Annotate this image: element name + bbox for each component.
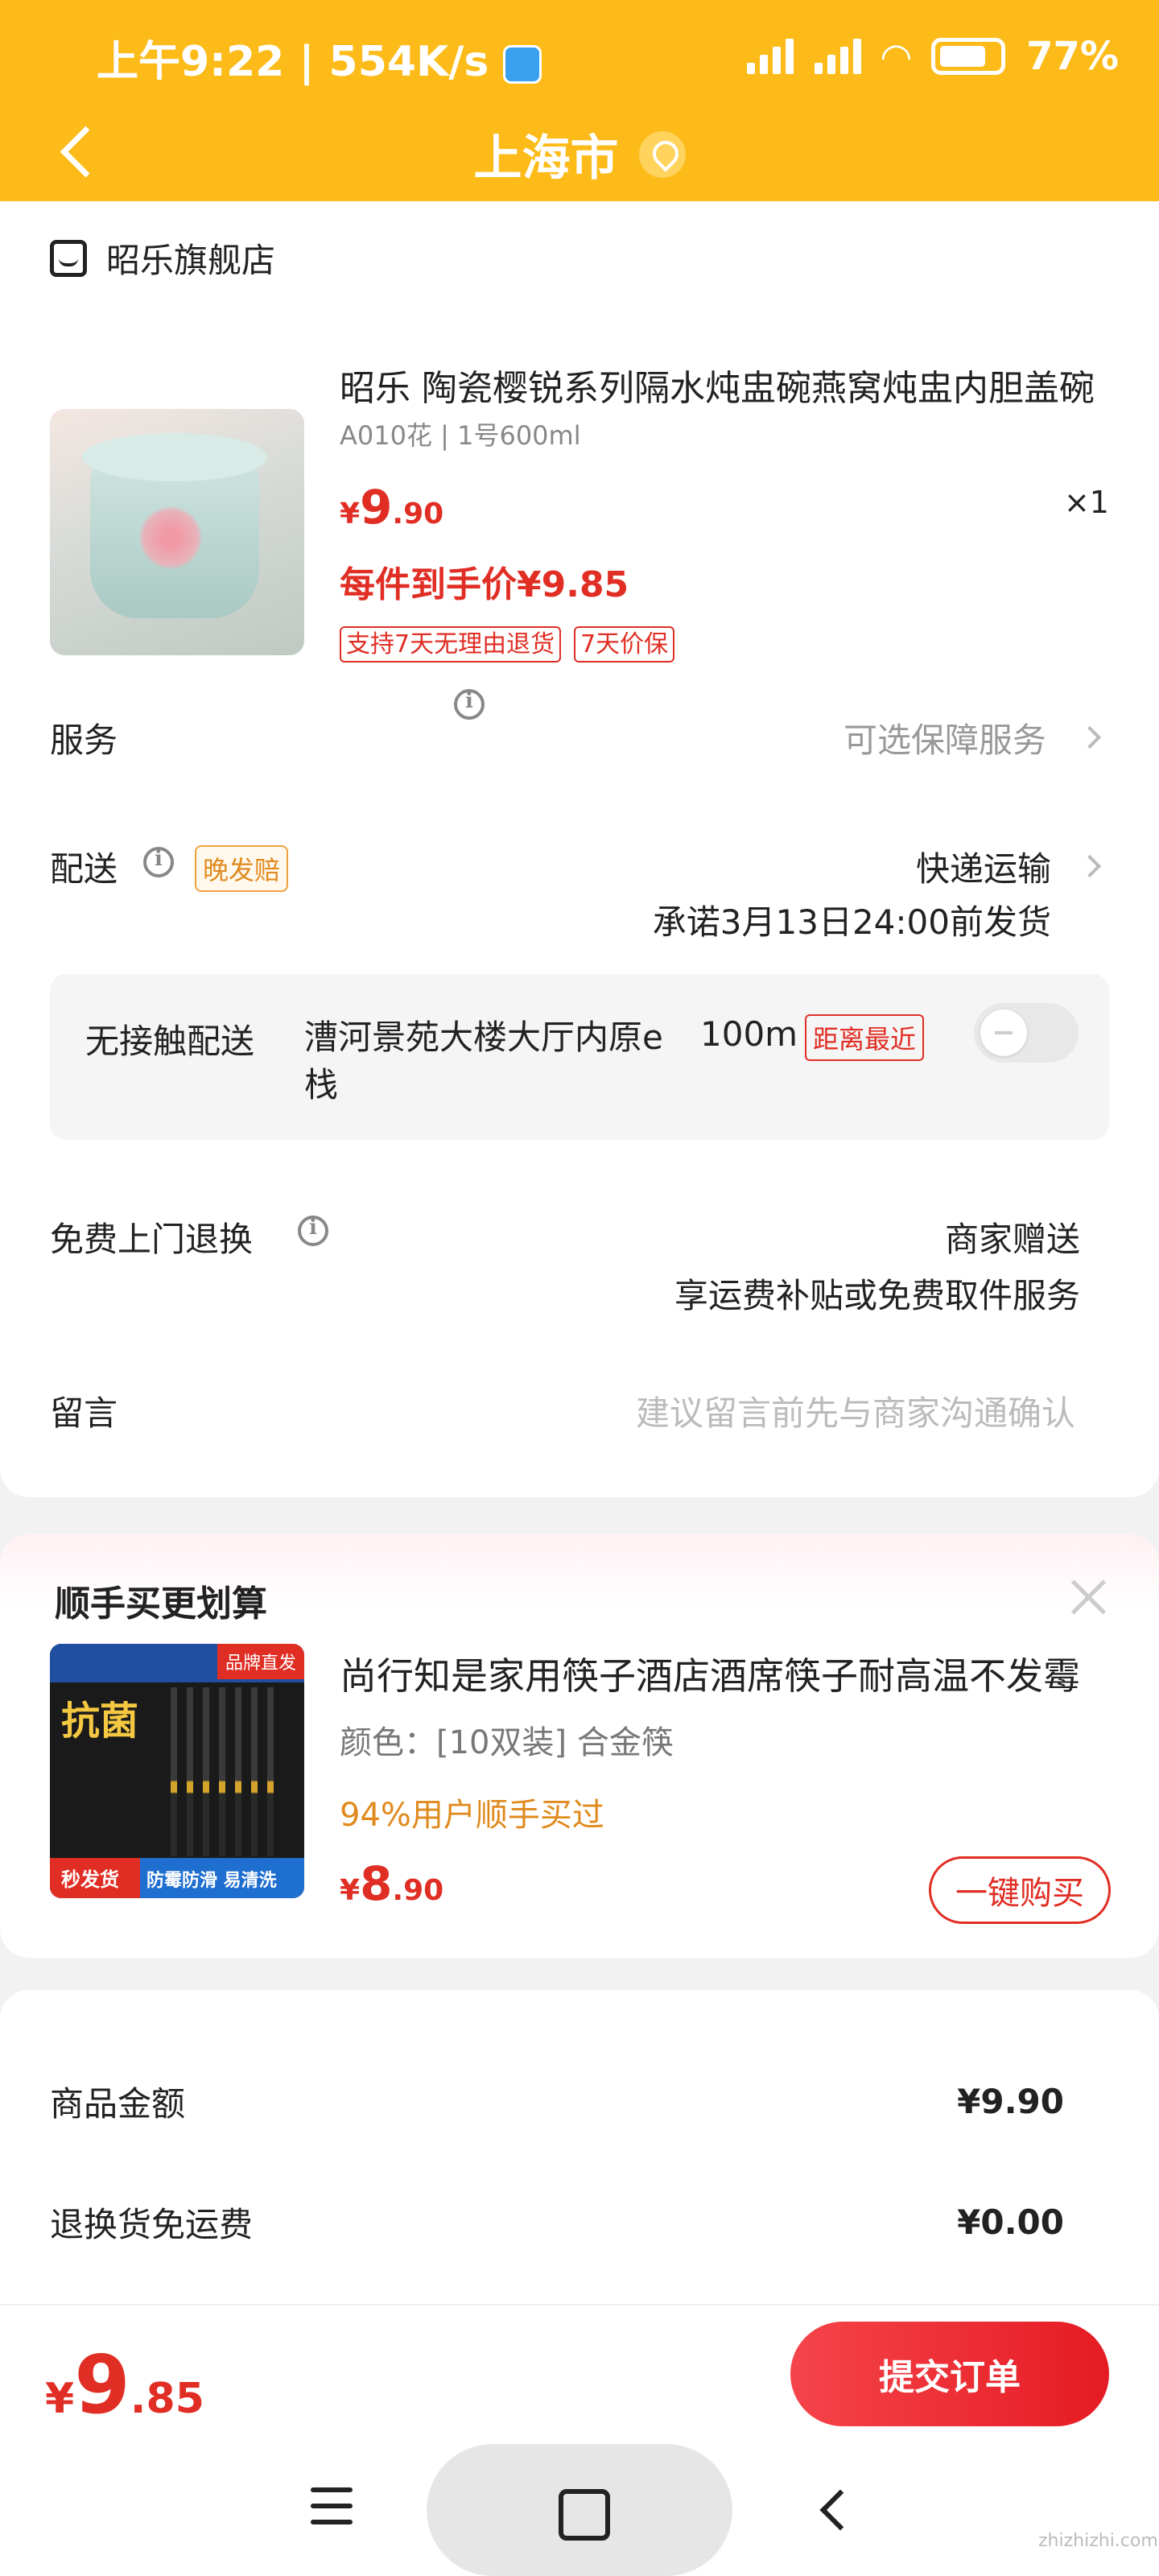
- cell-signal-icon: [746, 39, 794, 74]
- service-value[interactable]: 可选保障服务: [843, 713, 1046, 762]
- pot-flower: [138, 506, 203, 570]
- no-contact-toggle[interactable]: [974, 1003, 1079, 1063]
- chopstick: [219, 1687, 225, 1856]
- top-header: 上午9:22 | 554K/s ◠ 77% 上海市: [0, 0, 1159, 225]
- delivery-info-icon[interactable]: [143, 847, 174, 877]
- store-icon: [50, 239, 87, 277]
- delivery-label: 配送: [50, 849, 118, 889]
- summary-card: 商品金额 ¥9.90 退换货免运费 ¥0.00: [0, 1990, 1159, 2312]
- img-title: 抗菌: [61, 1699, 139, 1744]
- tag-7day-return: 支持7天无理由退货: [340, 626, 562, 663]
- addon-price: ¥8.90: [340, 1856, 444, 1911]
- status-right: ◠ 77%: [746, 34, 1119, 79]
- status-time: 上午9:22 | 554K/s: [97, 27, 542, 88]
- return-shipping-label: 退换货免运费: [50, 2205, 254, 2244]
- nav-home-icon[interactable]: [427, 2444, 732, 2576]
- addon-product-name[interactable]: 尚行知是家用筷子酒店酒席筷子耐高温不发霉: [340, 1647, 1112, 1700]
- bottom-bar: ¥9.85 提交订单 zhizhizhi.com: [0, 2304, 1159, 2576]
- goods-amount-label: 商品金额: [50, 2084, 186, 2124]
- close-icon[interactable]: [1067, 1575, 1109, 1616]
- final-price: 每件到手价¥9.85: [340, 564, 629, 605]
- city-title: 上海市: [473, 130, 619, 187]
- addon-product-image[interactable]: 品牌直发 抗菌 秒发货 防霉防滑 易清洗: [50, 1644, 304, 1898]
- nav-menu-icon[interactable]: [311, 2487, 353, 2524]
- app-notification-icon: [503, 45, 542, 84]
- nearest-badge: 距离最近: [805, 1014, 925, 1061]
- addon-card: 顺手买更划算 品牌直发 抗菌 秒发货 防霉防滑 易清洗 尚行知是家用筷子酒店酒席…: [0, 1534, 1159, 1958]
- watermark: zhizhizhi.com: [1038, 2531, 1158, 2551]
- cell-signal-2-icon: [814, 39, 861, 74]
- product-spec[interactable]: A010花 | 1号600ml: [340, 415, 581, 452]
- no-contact-label: 无接触配送: [85, 1022, 255, 1061]
- tag-price-protect: 7天价保: [574, 626, 675, 663]
- product-tags: 支持7天无理由退货 7天价保: [340, 626, 675, 663]
- delivery-method[interactable]: 快递运输: [916, 842, 1051, 891]
- free-return-label: 免费上门退换: [50, 1220, 254, 1259]
- product-title[interactable]: 昭乐 陶瓷樱锐系列隔水炖盅碗燕窝炖盅内胆盖碗: [340, 359, 1112, 411]
- service-label: 服务: [50, 720, 118, 760]
- free-return-value: 商家赠送: [944, 1220, 1080, 1259]
- addon-bought-rate: 94%用户顺手买过: [340, 1797, 604, 1834]
- pot-lid: [82, 433, 267, 481]
- header-title: 上海市: [0, 119, 1159, 189]
- chopstick: [187, 1687, 193, 1856]
- pickup-address: 漕河景苑大楼大厅内原e栈: [304, 1018, 663, 1104]
- message-input[interactable]: 建议留言前先与商家沟通确认: [636, 1386, 1075, 1435]
- location-pin-icon[interactable]: [638, 130, 686, 178]
- return-shipping-value: ¥0.00: [957, 2202, 1064, 2242]
- img-feature: 防霉防滑 易清洗: [146, 1871, 277, 1891]
- chopstick: [235, 1687, 241, 1856]
- system-nav-bar: zhizhizhi.com: [0, 2442, 1159, 2576]
- message-label: 留言: [50, 1393, 118, 1433]
- no-contact-delivery: 无接触配送 漕河景苑大楼大厅内原e栈 100m 距离最近: [50, 974, 1109, 1140]
- delivery-chevron-icon[interactable]: [1078, 854, 1102, 878]
- battery-level: 77%: [1026, 34, 1119, 79]
- img-brand-badge: 品牌直发: [217, 1644, 304, 1679]
- one-click-buy-button[interactable]: 一键购买: [929, 1856, 1111, 1924]
- product-quantity[interactable]: ×1: [1064, 485, 1109, 520]
- nav-back-icon[interactable]: [815, 2486, 850, 2534]
- chopstick: [171, 1687, 177, 1856]
- addon-title: 顺手买更划算: [55, 1583, 267, 1624]
- wifi-icon: ◠: [881, 35, 911, 78]
- free-return-info-icon[interactable]: [298, 1216, 328, 1246]
- addon-spec[interactable]: 颜色：[10双装] 合金筷: [340, 1716, 674, 1763]
- pickup-distance: 100m: [700, 1014, 798, 1054]
- total-price: ¥9.85: [45, 2338, 204, 2432]
- goods-amount-value: ¥9.90: [957, 2082, 1064, 2121]
- chopstick: [267, 1687, 274, 1856]
- free-return-detail: 享运费补贴或免费取件服务: [674, 1276, 1080, 1315]
- battery-icon: [931, 38, 1006, 75]
- status-bar: 上午9:22 | 554K/s ◠ 77%: [0, 24, 1159, 89]
- img-fast-ship: 秒发货: [61, 1868, 119, 1891]
- order-card: 昭乐旗舰店 昭乐 陶瓷樱锐系列隔水炖盅碗燕窝炖盅内胆盖碗 A010花 | 1号6…: [0, 201, 1159, 1497]
- service-chevron-icon[interactable]: [1078, 725, 1102, 749]
- chopstick: [251, 1687, 258, 1856]
- product-price: ¥9.90: [340, 480, 444, 535]
- product-image[interactable]: [50, 409, 304, 655]
- chopstick: [203, 1687, 209, 1856]
- store-row[interactable]: 昭乐旗舰店: [50, 233, 275, 283]
- price-info-icon[interactable]: [454, 689, 485, 720]
- store-name: 昭乐旗舰店: [106, 241, 276, 280]
- late-compensation-badge: 晚发赔: [195, 845, 289, 892]
- submit-order-button[interactable]: 提交订单: [790, 2322, 1109, 2426]
- delivery-promise: 承诺3月13日24:00前发货: [652, 902, 1051, 942]
